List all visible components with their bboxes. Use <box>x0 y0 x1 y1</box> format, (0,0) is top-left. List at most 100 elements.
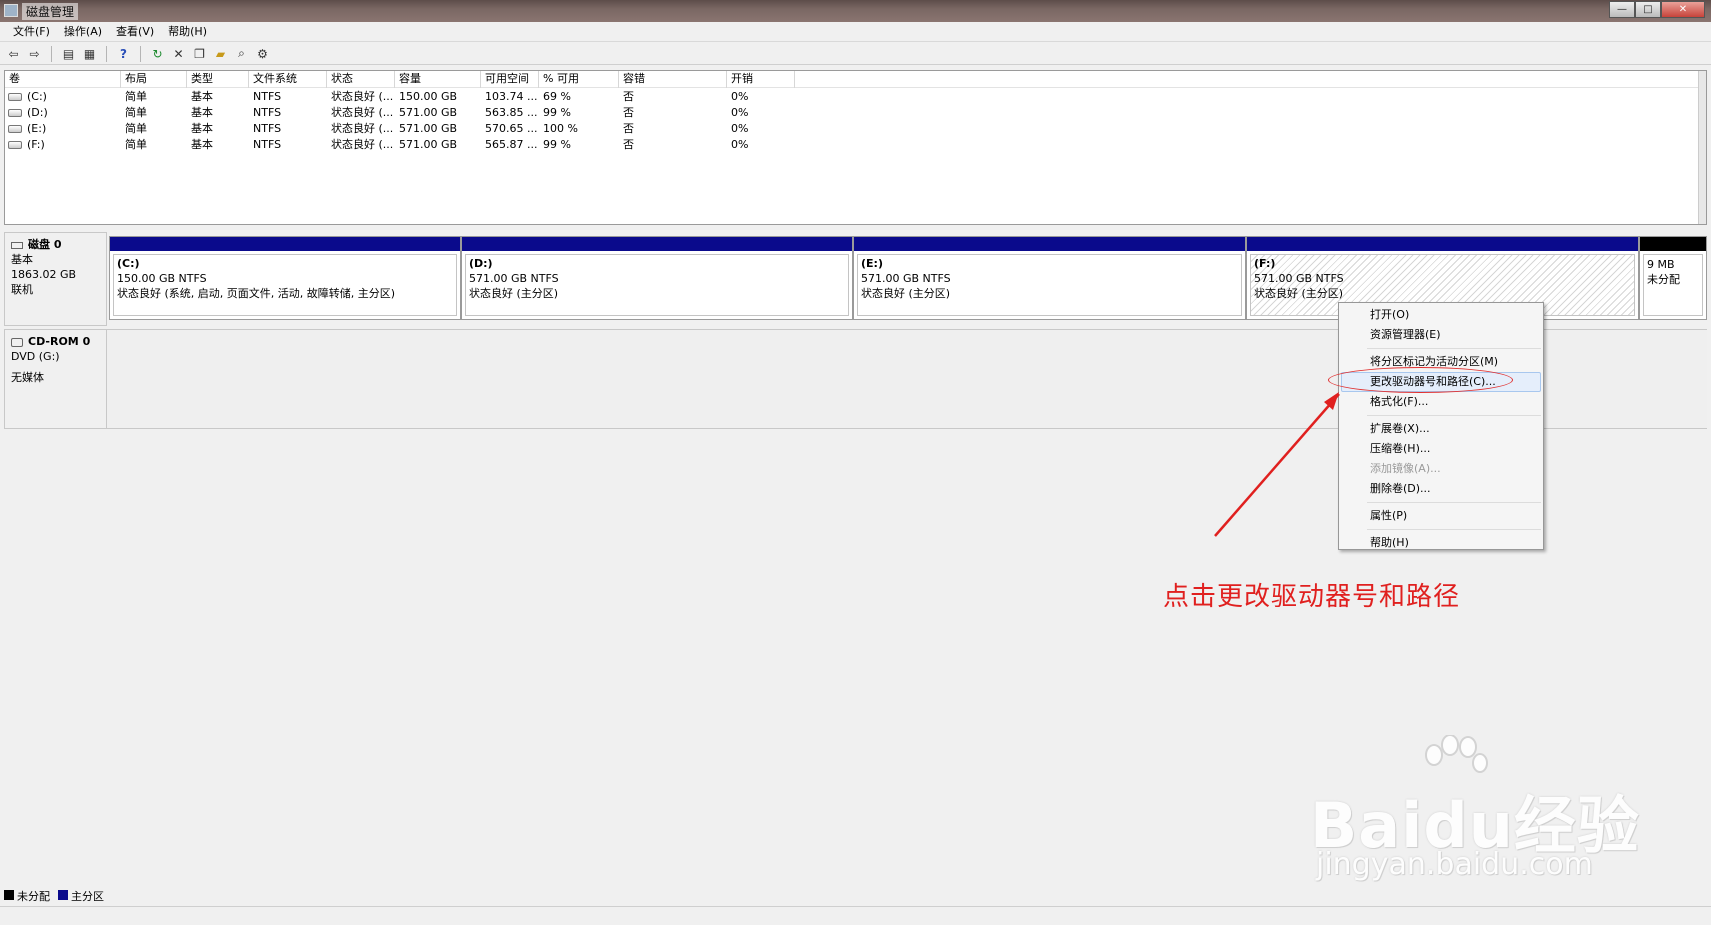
column-status[interactable]: 状态 <box>327 71 395 88</box>
partition-c[interactable]: (C:) 150.00 GB NTFS 状态良好 (系统, 启动, 页面文件, … <box>109 236 461 320</box>
context-menu-item[interactable]: 属性(P) <box>1339 506 1543 526</box>
table-cell: 简单 <box>125 106 147 119</box>
menu-bar: 文件(F) 操作(A) 查看(V) 帮助(H) <box>0 22 1711 42</box>
maximize-button[interactable]: □ <box>1635 1 1661 18</box>
watermark-sub: jingyan.baidu.com <box>1316 847 1593 882</box>
table-cell: 100 % <box>543 122 578 135</box>
context-menu-item[interactable]: 资源管理器(E) <box>1339 325 1543 345</box>
table-cell: 0% <box>731 138 749 151</box>
cdrom-icon <box>11 337 23 347</box>
column-capacity[interactable]: 容量 <box>395 71 481 88</box>
context-menu-item[interactable]: 删除卷(D)... <box>1339 479 1543 499</box>
back-icon[interactable]: ⇦ <box>5 45 22 62</box>
settings-icon[interactable]: ⚙ <box>254 45 271 62</box>
toolbar-separator <box>140 45 141 62</box>
table-cell: 570.65 ... <box>485 122 538 135</box>
window-controls: — □ ✕ <box>1609 1 1705 19</box>
disk0-label[interactable]: 磁盘 0 基本 1863.02 GB 联机 <box>4 232 107 326</box>
disk-management-window: 磁盘管理 — □ ✕ 文件(F) 操作(A) 查看(V) 帮助(H) ⇦ ⇨ ▤… <box>0 0 1711 925</box>
forward-icon[interactable]: ⇨ <box>26 45 43 62</box>
table-cell: 否 <box>623 122 634 135</box>
column-layout[interactable]: 布局 <box>121 71 187 88</box>
unallocated-status: 未分配 <box>1647 273 1680 286</box>
context-menu-item[interactable]: 帮助(H) <box>1339 533 1543 553</box>
table-cell: 否 <box>623 138 634 151</box>
baidu-watermark: Baidu经验 jingyan.baidu.com <box>1310 735 1640 890</box>
table-cell: 0% <box>731 106 749 119</box>
partition-name: (C:) <box>117 257 140 270</box>
context-menu-item[interactable]: 扩展卷(X)... <box>1339 419 1543 439</box>
partition-e[interactable]: (E:) 571.00 GB NTFS 状态良好 (主分区) <box>853 236 1246 320</box>
table-cell: 571.00 GB <box>399 106 458 119</box>
table-cell: 状态良好 (... <box>331 122 394 135</box>
menu-view[interactable]: 查看(V) <box>109 23 161 41</box>
help-icon[interactable]: ? <box>115 45 132 62</box>
context-menu-item[interactable]: 格式化(F)... <box>1339 392 1543 412</box>
table-row[interactable]: (C:) 简单 基本 NTFS 状态良好 (... 150.00 GB 103.74 ...… <box>5 89 1706 105</box>
context-menu: 打开(O) 资源管理器(E) 将分区标记为活动分区(M) 更改驱动器号和路径(C)..… <box>1338 302 1544 550</box>
partition-status: 状态良好 (系统, 启动, 页面文件, 活动, 故障转储, 主分区) <box>117 287 396 300</box>
table-cell: 状态良好 (... <box>331 106 394 119</box>
column-fault-tolerance[interactable]: 容错 <box>619 71 727 88</box>
table-row[interactable]: (E:) 简单 基本 NTFS 状态良好 (... 571.00 GB 570.65 ...… <box>5 121 1706 137</box>
table-cell: 150.00 GB <box>399 90 458 103</box>
table-row[interactable]: (D:) 简单 基本 NTFS 状态良好 (... 571.00 GB 563.85 ...… <box>5 105 1706 121</box>
table-cell: 简单 <box>125 138 147 151</box>
cdrom0-label[interactable]: CD-ROM 0 DVD (G:) 无媒体 <box>4 329 107 429</box>
context-menu-item[interactable]: 打开(O) <box>1339 305 1543 325</box>
unallocated-swatch <box>4 890 14 900</box>
volume-list-header: 卷 布局 类型 文件系统 状态 容量 可用空间 % 可用 容错 开销 <box>5 71 1706 88</box>
status-bar <box>0 906 1711 925</box>
highlight-ellipse <box>1328 367 1513 393</box>
cdrom0-drive: DVD (G:) <box>11 350 60 363</box>
close-button[interactable]: ✕ <box>1661 1 1705 18</box>
menu-file[interactable]: 文件(F) <box>6 23 57 41</box>
vertical-scrollbar[interactable] <box>1698 71 1706 224</box>
partition-name: (D:) <box>469 257 493 270</box>
context-menu-item: 添加镜像(A)... <box>1370 462 1441 475</box>
disk0-type: 基本 <box>11 253 33 266</box>
primary-partition-bar <box>1247 237 1638 251</box>
table-cell: 基本 <box>191 106 213 119</box>
console-tree-icon[interactable]: ▤ <box>60 45 77 62</box>
partition-d[interactable]: (D:) 571.00 GB NTFS 状态良好 (主分区) <box>461 236 853 320</box>
search-icon[interactable]: ⌕ <box>233 45 250 62</box>
refresh-icon[interactable]: ↻ <box>149 45 166 62</box>
drive-icon <box>8 109 22 117</box>
unallocated-size: 9 MB <box>1647 258 1675 271</box>
partition-size: 571.00 GB NTFS <box>1254 272 1344 285</box>
minimize-button[interactable]: — <box>1609 1 1635 18</box>
volume-list: 卷 布局 类型 文件系统 状态 容量 可用空间 % 可用 容错 开销 (C:) 简… <box>4 70 1707 225</box>
menu-action[interactable]: 操作(A) <box>57 23 109 41</box>
primary-partition-swatch <box>58 890 68 900</box>
table-cell: 571.00 GB <box>399 122 458 135</box>
copy-icon[interactable]: ❐ <box>191 45 208 62</box>
column-filesystem[interactable]: 文件系统 <box>249 71 327 88</box>
table-row[interactable]: (F:) 简单 基本 NTFS 状态良好 (... 571.00 GB 565.87 ...… <box>5 137 1706 153</box>
properties-icon[interactable]: ▦ <box>81 45 98 62</box>
column-volume[interactable]: 卷 <box>5 71 121 88</box>
partition-size: 150.00 GB NTFS <box>117 272 207 285</box>
table-cell: 简单 <box>125 122 147 135</box>
menu-help[interactable]: 帮助(H) <box>161 23 214 41</box>
column-overhead[interactable]: 开销 <box>727 71 795 88</box>
annotation-arrow <box>1214 392 1340 537</box>
column-type[interactable]: 类型 <box>187 71 249 88</box>
table-cell: 否 <box>623 90 634 103</box>
context-menu-item[interactable]: 压缩卷(H)... <box>1339 439 1543 459</box>
table-cell: 否 <box>623 106 634 119</box>
window-title: 磁盘管理 <box>22 3 79 20</box>
column-percent-free[interactable]: % 可用 <box>539 71 619 88</box>
delete-icon[interactable]: ✕ <box>170 45 187 62</box>
cdrom0-media: 无媒体 <box>11 371 44 384</box>
annotation-text: 点击更改驱动器号和路径 <box>1163 582 1461 612</box>
partition-name: (E:) <box>861 257 883 270</box>
open-icon[interactable]: ▰ <box>212 45 229 62</box>
table-cell: 状态良好 (... <box>331 90 394 103</box>
disk0-size: 1863.02 GB <box>11 268 77 281</box>
column-free-space[interactable]: 可用空间 <box>481 71 539 88</box>
unallocated-space[interactable]: 9 MB 未分配 <box>1639 236 1707 320</box>
primary-partition-bar <box>854 237 1245 251</box>
partition-status: 状态良好 (主分区) <box>469 287 559 300</box>
table-cell: NTFS <box>253 138 282 151</box>
